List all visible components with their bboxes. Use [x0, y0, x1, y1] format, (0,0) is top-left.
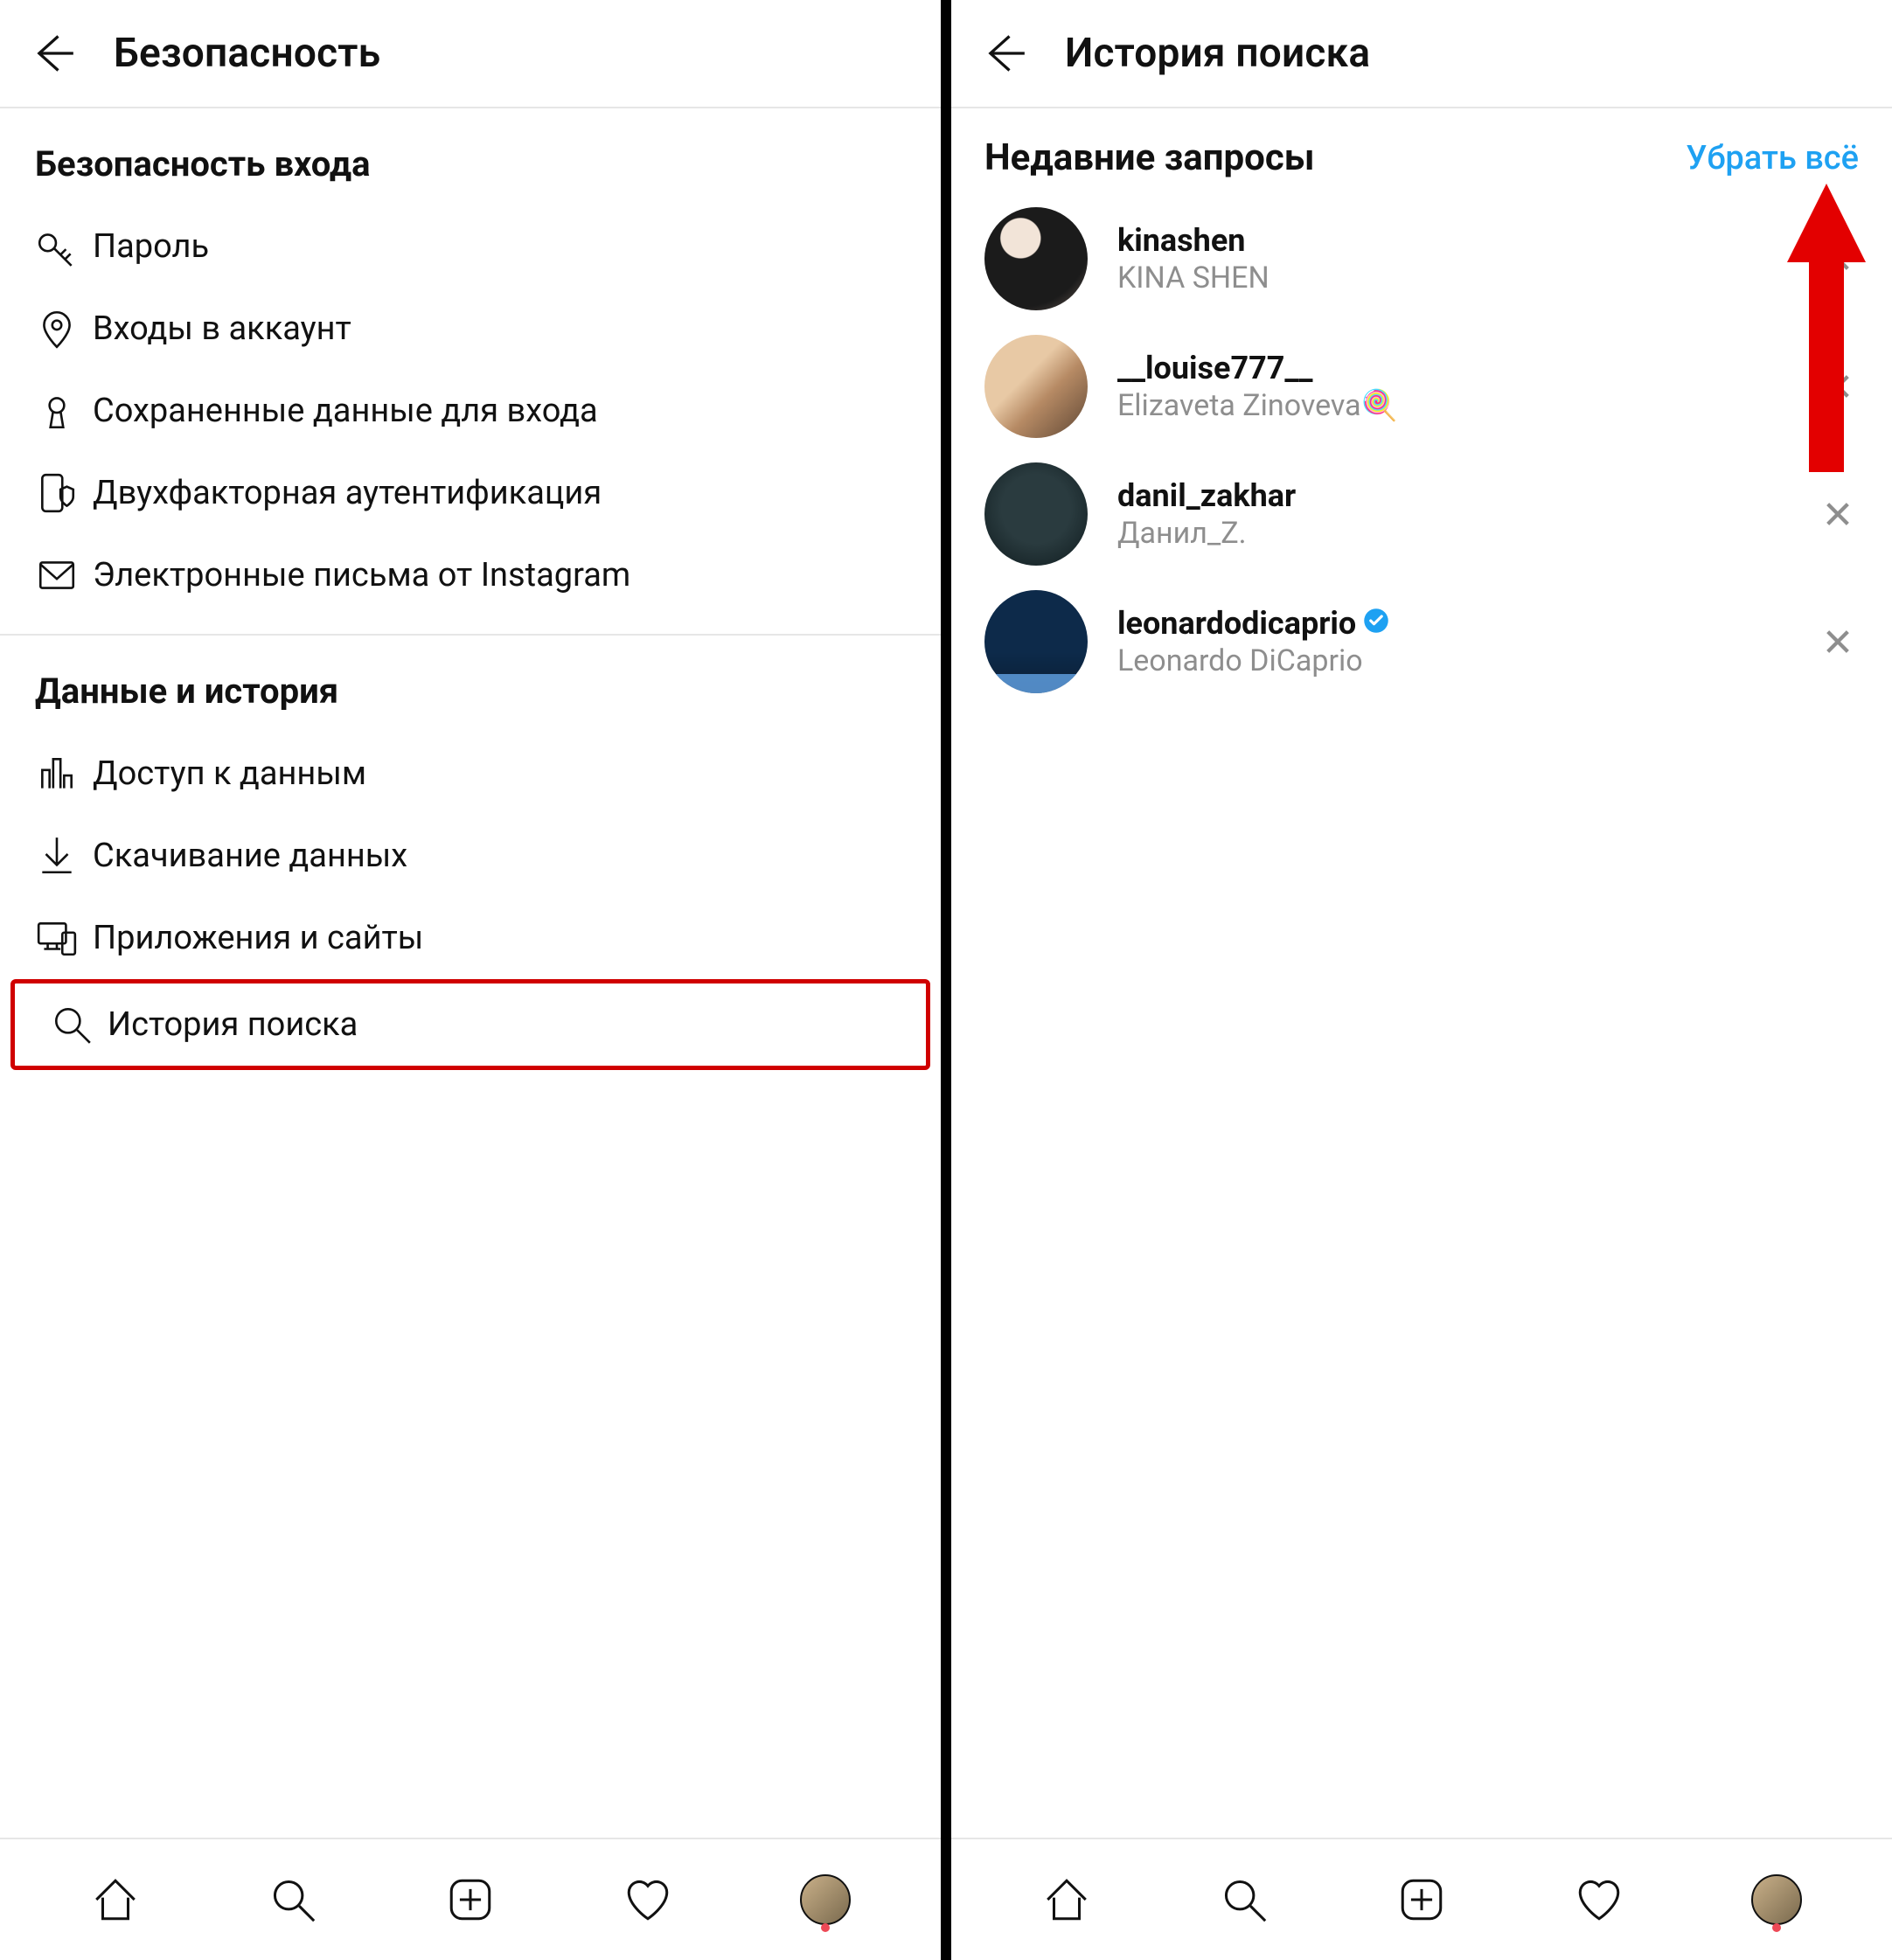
key-icon [35, 225, 93, 268]
back-button[interactable] [977, 27, 1030, 80]
nav-profile[interactable] [1749, 1872, 1805, 1928]
settings-row-download-data[interactable]: Скачивание данных [0, 815, 941, 897]
close-icon [1823, 372, 1853, 401]
username: __louise777__ [1117, 350, 1313, 386]
settings-row-login-activity[interactable]: Входы в аккаунт [0, 288, 941, 370]
label: Сохраненные данные для входа [93, 392, 598, 430]
username: leonardodicaprio [1117, 605, 1356, 642]
avatar [984, 590, 1088, 693]
nav-profile[interactable] [797, 1872, 853, 1928]
nav-home[interactable] [1039, 1872, 1095, 1928]
search-icon [268, 1874, 318, 1925]
arrow-left-icon [30, 31, 75, 76]
search-history-screen: История поиска Недавние запросы Убрать в… [951, 0, 1892, 1960]
username: kinashen [1117, 222, 1245, 259]
nav-activity[interactable] [1571, 1872, 1627, 1928]
label: Электронные письма от Instagram [93, 556, 630, 594]
download-icon [35, 834, 93, 878]
pin-icon [35, 307, 93, 351]
phone-shield-icon [35, 471, 93, 515]
section-header-data-history: Данные и история [0, 636, 941, 733]
arrow-left-icon [981, 31, 1026, 76]
fullname: Elizaveta Zinoveva [1117, 388, 1361, 423]
remove-button[interactable] [1817, 238, 1859, 280]
username: danil_zakhar [1117, 477, 1296, 514]
emoji: 🍭 [1361, 388, 1398, 423]
bars-icon [35, 752, 93, 796]
keyhole-icon [35, 389, 93, 433]
recent-item[interactable]: kinashen KINA SHEN [951, 195, 1892, 323]
verified-badge-icon [1363, 605, 1389, 642]
avatar [984, 207, 1088, 310]
header: История поиска [951, 0, 1892, 108]
label: Двухфакторная аутентификация [93, 474, 602, 512]
settings-row-search-history[interactable]: История поиска [10, 979, 930, 1070]
profile-avatar-icon [800, 1874, 851, 1925]
heart-icon [623, 1874, 673, 1925]
page-title: История поиска [1065, 30, 1370, 77]
section-header-login-security: Безопасность входа [0, 108, 941, 205]
settings-row-password[interactable]: Пароль [0, 205, 941, 288]
recent-item[interactable]: danil_zakhar Данил_Z. [951, 450, 1892, 578]
label: Входы в аккаунт [93, 309, 351, 348]
remove-button[interactable] [1817, 621, 1859, 663]
fullname: Данил_Z. [1117, 516, 1817, 551]
settings-body: Безопасность входа Пароль Входы в аккаун… [0, 108, 941, 1838]
settings-row-apps-websites[interactable]: Приложения и сайты [0, 897, 941, 979]
close-icon [1823, 499, 1853, 529]
recent-item[interactable]: __louise777__ Elizaveta Zinoveva🍭 [951, 323, 1892, 450]
nav-home[interactable] [87, 1872, 143, 1928]
label: История поиска [108, 1005, 358, 1044]
remove-button[interactable] [1817, 365, 1859, 407]
search-icon [1219, 1874, 1269, 1925]
label: Приложения и сайты [93, 919, 423, 957]
panel-divider [941, 0, 951, 1960]
recent-header-label: Недавние запросы [984, 136, 1315, 179]
close-icon [1823, 627, 1853, 657]
settings-row-emails[interactable]: Электронные письма от Instagram [0, 534, 941, 616]
recent-item[interactable]: leonardodicaprio Leonardo DiCaprio [951, 578, 1892, 705]
label: Пароль [93, 227, 209, 266]
recent-header-row: Недавние запросы Убрать всё [951, 108, 1892, 195]
home-icon [90, 1874, 141, 1925]
nav-search[interactable] [1216, 1872, 1272, 1928]
profile-avatar-icon [1751, 1874, 1802, 1925]
label: Доступ к данным [93, 754, 366, 793]
add-post-icon [445, 1874, 496, 1925]
label: Скачивание данных [93, 837, 407, 875]
devices-icon [35, 916, 93, 960]
settings-row-data-access[interactable]: Доступ к данным [0, 733, 941, 815]
header: Безопасность [0, 0, 941, 108]
settings-row-saved-login[interactable]: Сохраненные данные для входа [0, 370, 941, 452]
settings-row-two-factor[interactable]: Двухфакторная аутентификация [0, 452, 941, 534]
remove-button[interactable] [1817, 493, 1859, 535]
avatar [984, 462, 1088, 566]
search-icon [50, 1003, 108, 1046]
avatar [984, 335, 1088, 438]
recent-list: kinashen KINA SHEN __louise777__ Elizave… [951, 195, 1892, 1838]
back-button[interactable] [26, 27, 79, 80]
clear-all-button[interactable]: Убрать всё [1686, 139, 1859, 177]
add-post-icon [1396, 1874, 1447, 1925]
bottom-nav [951, 1838, 1892, 1960]
nav-activity[interactable] [620, 1872, 676, 1928]
heart-icon [1574, 1874, 1624, 1925]
fullname: Leonardo DiCaprio [1117, 643, 1817, 678]
nav-search[interactable] [265, 1872, 321, 1928]
security-settings-screen: Безопасность Безопасность входа Пароль В… [0, 0, 941, 1960]
fullname: KINA SHEN [1117, 261, 1817, 295]
close-icon [1823, 244, 1853, 274]
nav-add[interactable] [442, 1872, 498, 1928]
nav-add[interactable] [1394, 1872, 1450, 1928]
page-title: Безопасность [114, 30, 380, 77]
mail-icon [35, 553, 93, 597]
bottom-nav [0, 1838, 941, 1960]
home-icon [1041, 1874, 1092, 1925]
